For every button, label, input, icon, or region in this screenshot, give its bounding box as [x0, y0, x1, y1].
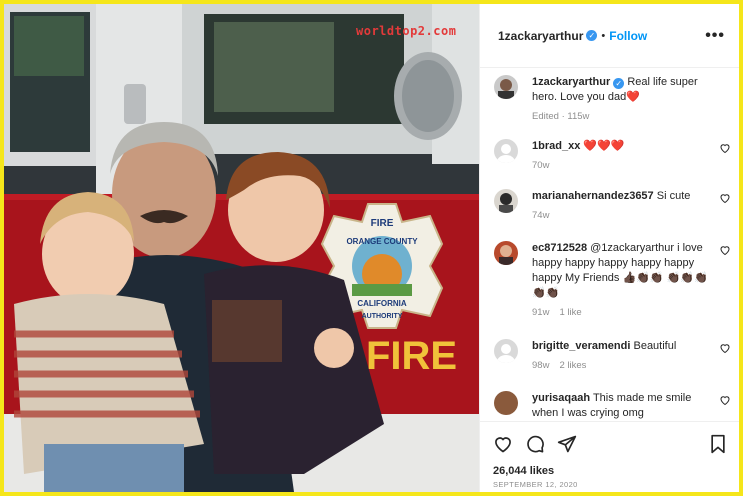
post-side-panel: 1zackaryarthur ✓ • Follow ••• 1zackaryar…: [479, 4, 739, 492]
comment-item: ec8712528 @1zackaryarthur i love happy h…: [494, 241, 731, 318]
comment-likes[interactable]: 1 like: [559, 307, 581, 318]
header-separator: •: [601, 29, 606, 42]
comment-age: 98w: [532, 360, 550, 371]
caption-text: 1zackaryarthur ✓ Real life super hero. Lo…: [532, 75, 715, 105]
like-comment-heart-icon[interactable]: [719, 342, 731, 354]
post-author-username[interactable]: 1zackaryarthur: [498, 29, 583, 43]
follow-button[interactable]: Follow: [609, 29, 647, 43]
verified-badge-icon: ✓: [586, 30, 598, 41]
badge-low-text: CALIFORNIA: [357, 299, 407, 308]
comment-avatar[interactable]: [494, 241, 518, 265]
more-options-icon[interactable]: •••: [705, 27, 725, 45]
comment-text: ❤️❤️❤️: [583, 140, 625, 152]
watermark-text: worldtop2.com: [356, 24, 457, 38]
comment-item: brigitte_veramendi Beautiful 98w 2 likes: [494, 339, 731, 371]
comment-username[interactable]: marianahernandez3657: [532, 190, 654, 202]
post-date: SEPTEMBER 12, 2020: [493, 480, 578, 489]
like-heart-icon[interactable]: [493, 434, 513, 454]
caption-meta: Edited · 115w: [532, 111, 731, 122]
comment-avatar[interactable]: [494, 189, 518, 213]
post-header: 1zackaryarthur ✓ • Follow •••: [480, 4, 739, 68]
comment-username[interactable]: ec8712528: [532, 242, 587, 254]
badge-bottom-text: AUTHORITY: [362, 313, 403, 320]
comment-age: 91w: [532, 307, 550, 318]
comment-text: Beautiful: [633, 340, 677, 352]
badge-mid-text: ORANGE COUNTY: [346, 237, 418, 246]
author-avatar[interactable]: [494, 75, 518, 99]
comment-age: 70w: [532, 160, 550, 171]
like-comment-heart-icon[interactable]: [719, 244, 731, 256]
default-avatar-icon[interactable]: [494, 339, 518, 363]
comment-text: Si cute: [656, 190, 691, 202]
likes-count[interactable]: 26,044 likes: [493, 465, 727, 477]
caption: 1zackaryarthur ✓ Real life super hero. Lo…: [494, 75, 731, 122]
save-bookmark-icon[interactable]: [709, 434, 727, 454]
post-frame: FIRE ORANGE COUNTY CALIFORNIA AUTHORITY …: [4, 4, 739, 492]
caption-verified-icon: ✓: [613, 78, 625, 89]
comment-username[interactable]: brigitte_veramendi: [532, 340, 630, 352]
comment-avatar[interactable]: [494, 391, 518, 415]
caption-edited-age: Edited · 115w: [532, 111, 590, 122]
like-comment-heart-icon[interactable]: [719, 192, 731, 204]
caption-username[interactable]: 1zackaryarthur: [532, 76, 610, 88]
comment-item: marianahernandez3657 Si cute 74w: [494, 189, 731, 221]
photo-illustration: FIRE ORANGE COUNTY CALIFORNIA AUTHORITY …: [4, 4, 479, 492]
comment-username[interactable]: yurisaqaah: [532, 392, 590, 404]
comment-item: 1brad_xx ❤️❤️❤️ 70w: [494, 139, 731, 171]
truck-lettering: FIRE: [366, 334, 457, 378]
comments-list[interactable]: 1zackaryarthur ✓ Real life super hero. Lo…: [480, 69, 739, 421]
comment-likes[interactable]: 2 likes: [559, 360, 586, 371]
post-photo[interactable]: FIRE ORANGE COUNTY CALIFORNIA AUTHORITY …: [4, 4, 479, 492]
action-icons: [493, 432, 727, 456]
default-avatar-icon[interactable]: [494, 139, 518, 163]
like-comment-heart-icon[interactable]: [719, 394, 731, 406]
comment-username[interactable]: 1brad_xx: [532, 140, 580, 152]
post-actions-bar: 26,044 likes SEPTEMBER 12, 2020: [480, 421, 739, 492]
comment-bubble-icon[interactable]: [525, 434, 545, 454]
like-comment-heart-icon[interactable]: [719, 142, 731, 154]
share-send-icon[interactable]: [557, 434, 577, 454]
badge-top-text: FIRE: [371, 218, 394, 229]
red-heart-emoji: ❤️: [626, 91, 640, 103]
comment-item: yurisaqaah This made me smile when I was…: [494, 391, 731, 421]
comment-age: 74w: [532, 210, 550, 221]
